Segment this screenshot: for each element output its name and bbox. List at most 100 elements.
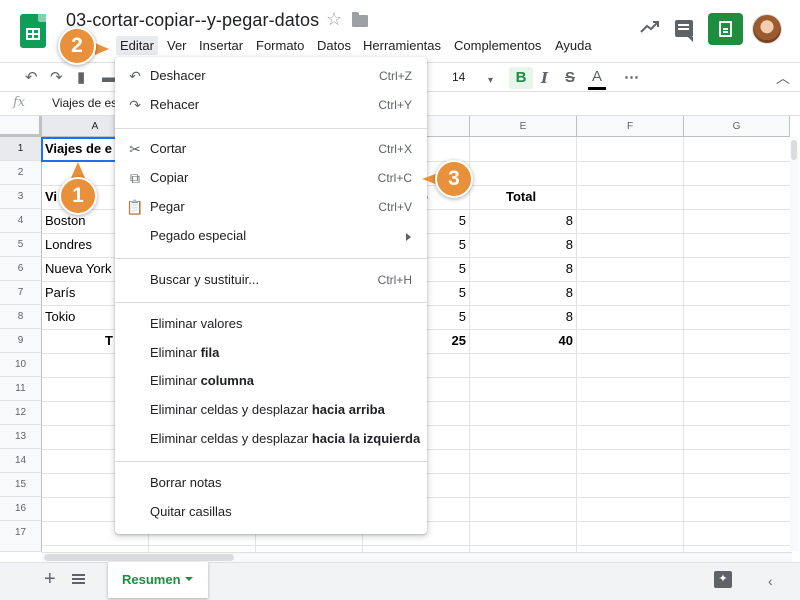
menu-ayuda[interactable]: Ayuda — [551, 36, 596, 55]
trending-icon[interactable] — [640, 20, 660, 34]
menu-item-label: Eliminar fila — [150, 339, 219, 367]
menu-item-paste[interactable]: 📋 Pegar Ctrl+V — [115, 193, 427, 221]
row-header[interactable]: 8 — [0, 305, 42, 329]
undo-icon[interactable]: ↶ — [25, 68, 38, 88]
menu-item-paste-special[interactable]: Pegado especial — [115, 222, 427, 250]
row-header[interactable]: 9 — [0, 329, 42, 353]
vertical-scrollbar[interactable] — [790, 137, 798, 551]
avatar[interactable] — [752, 14, 782, 44]
grid-line — [576, 137, 577, 552]
menu-herramientas[interactable]: Herramientas — [359, 36, 445, 55]
menu-item-delete-values[interactable]: Eliminar valores — [115, 310, 427, 338]
share-button[interactable] — [708, 13, 743, 45]
row-header[interactable]: 16 — [0, 497, 42, 521]
menu-separator — [115, 302, 427, 303]
add-sheet-icon[interactable]: + — [44, 568, 56, 591]
cell-e5[interactable]: 8 — [500, 233, 573, 257]
font-size-chevron-icon[interactable]: ▾ — [488, 71, 493, 91]
menu-formato[interactable]: Formato — [252, 36, 308, 55]
collapse-side-panel-chevron-icon[interactable]: ‹ — [768, 573, 773, 589]
cell-e4[interactable]: 8 — [500, 209, 573, 233]
menu-ver[interactable]: Ver — [163, 36, 191, 55]
menu-item-redo[interactable]: ↷ Rehacer Ctrl+Y — [115, 91, 427, 119]
row-header[interactable]: 12 — [0, 401, 42, 425]
menu-complementos[interactable]: Complementos — [450, 36, 545, 55]
select-all-corner[interactable] — [0, 116, 42, 137]
menu-editar[interactable]: Editar — [116, 36, 158, 55]
menu-item-delete-cells-shift-up[interactable]: Eliminar celdas y desplazar hacia arriba — [115, 396, 427, 424]
cell-a9[interactable]: T — [105, 329, 115, 353]
cell-d9[interactable]: 25 — [430, 329, 466, 353]
clipboard-icon: 📋 — [126, 199, 144, 215]
row-header[interactable]: 10 — [0, 353, 42, 377]
shortcut-hint: Ctrl+X — [378, 142, 412, 156]
menu-item-cut[interactable]: ✂ Cortar Ctrl+X — [115, 135, 427, 163]
column-header-f[interactable]: F — [577, 116, 684, 137]
redo-icon[interactable]: ↷ — [50, 68, 63, 88]
star-icon[interactable]: ☆ — [326, 9, 342, 30]
cell-e6[interactable]: 8 — [500, 257, 573, 281]
edit-menu-dropdown: ↶ Deshacer Ctrl+Z ↷ Rehacer Ctrl+Y ✂ Cor… — [115, 57, 427, 534]
row-header[interactable]: 14 — [0, 449, 42, 473]
row-header[interactable]: 13 — [0, 425, 42, 449]
cell-d8[interactable]: 5 — [430, 305, 466, 329]
menu-item-clear-notes[interactable]: Borrar notas — [115, 469, 427, 497]
shortcut-hint: Ctrl+C — [377, 171, 412, 185]
cell-d7[interactable]: 5 — [430, 281, 466, 305]
menu-item-find-replace[interactable]: Buscar y sustituir... Ctrl+H — [115, 266, 427, 294]
menu-item-remove-checkboxes[interactable]: Quitar casillas — [115, 498, 427, 526]
menu-item-delete-cells-shift-left[interactable]: Eliminar celdas y desplazar hacia la izq… — [115, 425, 427, 453]
formula-input[interactable]: Viajes de es — [52, 96, 117, 110]
row-header[interactable]: 2 — [0, 161, 42, 185]
cell-e9[interactable]: 40 — [500, 329, 573, 353]
italic-button[interactable]: I — [541, 68, 548, 88]
bold-button[interactable]: B — [509, 67, 533, 89]
callout-badge-2: 2 — [58, 27, 96, 65]
row-header[interactable]: 5 — [0, 233, 42, 257]
collapse-toolbar-chevron-icon[interactable]: ︿ — [776, 68, 790, 88]
sheets-logo-icon[interactable] — [20, 14, 46, 48]
sheet-tab-chevron-icon[interactable] — [185, 577, 193, 581]
more-options-button[interactable]: ⋯ — [624, 68, 639, 88]
font-size-select[interactable]: 14 — [452, 70, 465, 84]
row-header[interactable]: 6 — [0, 257, 42, 281]
menu-datos[interactable]: Datos — [313, 36, 355, 55]
menu-item-delete-column[interactable]: Eliminar columna — [115, 367, 427, 395]
document-title[interactable]: 03-cortar-copiar--y-pegar-datos — [66, 10, 319, 31]
explore-icon[interactable]: ✦ — [714, 571, 732, 588]
column-header-g[interactable]: G — [684, 116, 790, 137]
row-header[interactable]: 17 — [0, 521, 42, 552]
cell-d5[interactable]: 5 — [430, 233, 466, 257]
row-header[interactable]: 3 — [0, 185, 42, 209]
column-header-e[interactable]: E — [470, 116, 577, 137]
cell-d4[interactable]: 5 — [430, 209, 466, 233]
row-header[interactable]: 7 — [0, 281, 42, 305]
folder-icon[interactable] — [352, 12, 368, 27]
all-sheets-list-icon[interactable] — [72, 574, 85, 576]
redo-icon: ↷ — [129, 97, 141, 113]
menu-item-delete-row[interactable]: Eliminar fila — [115, 339, 427, 367]
row-header[interactable]: 4 — [0, 209, 42, 233]
cell-d6[interactable]: 5 — [430, 257, 466, 281]
text-color-button[interactable]: A — [588, 68, 606, 90]
label-prefix: Eliminar celdas y desplazar — [150, 402, 312, 417]
row-header[interactable]: 11 — [0, 377, 42, 401]
cell-e7[interactable]: 8 — [500, 281, 573, 305]
horizontal-scroll-thumb[interactable] — [44, 554, 234, 561]
vertical-scroll-thumb[interactable] — [791, 140, 797, 160]
shortcut-hint: Ctrl+Y — [378, 98, 412, 112]
cell-e8[interactable]: 8 — [500, 305, 573, 329]
menu-insertar[interactable]: Insertar — [195, 36, 247, 55]
print-icon[interactable]: ▮ — [77, 68, 85, 88]
submenu-arrow-icon — [406, 233, 411, 241]
cell-e3[interactable]: Total — [506, 185, 566, 209]
menu-item-copy[interactable]: ⧉ Copiar Ctrl+C — [115, 164, 427, 192]
row-header[interactable]: 15 — [0, 473, 42, 497]
comment-icon[interactable] — [675, 20, 693, 42]
menu-item-label: Eliminar celdas y desplazar hacia arriba — [150, 396, 385, 424]
strikethrough-button[interactable]: S — [565, 68, 575, 88]
label-prefix: Eliminar — [150, 373, 201, 388]
row-header[interactable]: 1 — [0, 137, 42, 161]
menu-item-undo[interactable]: ↶ Deshacer Ctrl+Z — [115, 62, 427, 90]
sheet-tab-resumen[interactable]: Resumen — [108, 562, 208, 598]
